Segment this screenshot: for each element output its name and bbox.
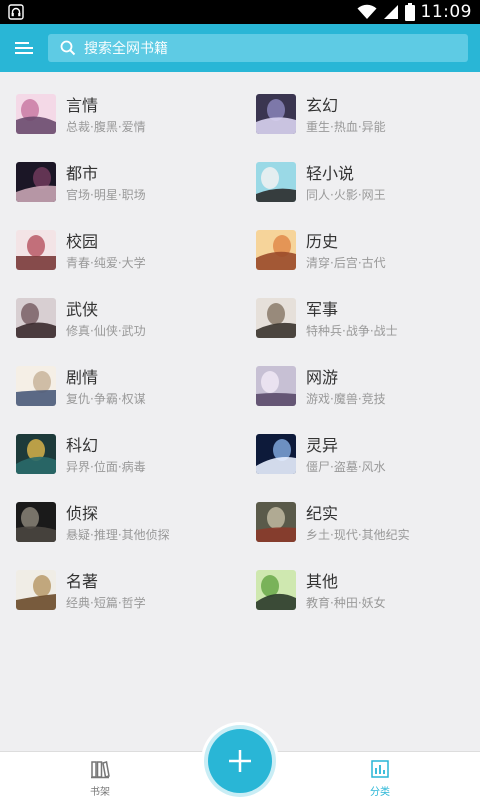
category-item[interactable]: 名著经典·短篇·哲学: [16, 564, 236, 624]
category-title: 军事: [306, 300, 339, 319]
battery-icon: [404, 3, 415, 21]
category-tags: 青春·纯爱·大学: [66, 256, 146, 270]
category-title: 历史: [306, 232, 339, 251]
bookshelf-icon: [91, 761, 110, 779]
category-item[interactable]: 都市官场·明星·职场: [16, 156, 236, 216]
category-cover-image: [256, 502, 296, 542]
nav-label-bookshelf: 书架: [90, 787, 110, 798]
category-title: 武侠: [66, 300, 99, 319]
category-item[interactable]: 言情总裁·腹黑·爱情: [16, 88, 236, 148]
headset-notification-icon: [8, 4, 24, 20]
search-icon: [60, 40, 76, 56]
status-bar: 11:09: [0, 0, 480, 24]
category-tags: 乡土·现代·其他纪实: [306, 528, 410, 542]
category-item[interactable]: 玄幻重生·热血·异能: [256, 88, 476, 148]
category-title: 剧情: [66, 368, 99, 387]
category-item[interactable]: 侦探悬疑·推理·其他侦探: [16, 496, 236, 556]
category-cover-image: [256, 94, 296, 134]
category-title: 都市: [66, 164, 99, 183]
category-cover-image: [16, 570, 56, 610]
category-title: 名著: [66, 572, 99, 591]
category-tags: 特种兵·战争·战士: [306, 324, 398, 338]
category-title: 侦探: [66, 504, 99, 523]
category-item[interactable]: 轻小说同人·火影·网王: [256, 156, 476, 216]
category-title: 言情: [66, 96, 99, 115]
category-cover-image: [16, 162, 56, 202]
category-title: 科幻: [66, 436, 99, 455]
category-item[interactable]: 军事特种兵·战争·战士: [256, 292, 476, 352]
category-item[interactable]: 武侠修真·仙侠·武功: [16, 292, 236, 352]
system-icons: 11:09: [357, 0, 473, 24]
category-title: 校园: [66, 232, 99, 251]
category-item[interactable]: 校园青春·纯爱·大学: [16, 224, 236, 284]
category-tags: 经典·短篇·哲学: [66, 596, 146, 610]
category-tags: 游戏·魔兽·竞技: [306, 392, 386, 406]
category-cover-image: [256, 298, 296, 338]
category-title: 玄幻: [306, 96, 339, 115]
category-tags: 官场·明星·职场: [66, 188, 146, 202]
category-title: 轻小说: [306, 164, 355, 183]
search-bar[interactable]: 搜索全网书籍: [48, 34, 468, 62]
category-tags: 僵尸·盗墓·风水: [306, 460, 386, 474]
category-cover-image: [16, 298, 56, 338]
category-title: 纪实: [306, 504, 339, 523]
search-placeholder: 搜索全网书籍: [84, 41, 168, 57]
plus-icon: [229, 750, 251, 772]
category-tags: 悬疑·推理·其他侦探: [66, 528, 170, 542]
nav-label-category: 分类: [370, 787, 390, 798]
category-cover-image: [256, 366, 296, 406]
category-cover-image: [16, 502, 56, 542]
category-cover-image: [16, 94, 56, 134]
clock-time: 11:09: [420, 2, 472, 22]
category-item[interactable]: 历史清穿·后宫·古代: [256, 224, 476, 284]
category-title: 网游: [306, 368, 339, 387]
category-tags: 异界·位面·病毒: [66, 460, 146, 474]
category-cover-image: [256, 570, 296, 610]
add-button[interactable]: [208, 729, 272, 793]
category-item[interactable]: 剧情复仇·争霸·权谋: [16, 360, 236, 420]
category-tags: 修真·仙侠·武功: [66, 324, 146, 338]
app-header: 搜索全网书籍: [0, 24, 480, 72]
category-cover-image: [256, 162, 296, 202]
category-cover-image: [16, 434, 56, 474]
category-tags: 清穿·后宫·古代: [306, 256, 386, 270]
signal-icon: [383, 5, 398, 19]
category-tags: 复仇·争霸·权谋: [66, 392, 146, 406]
category-tags: 同人·火影·网王: [306, 188, 386, 202]
bar-chart-icon: [371, 760, 389, 778]
category-tags: 重生·热血·异能: [306, 120, 386, 134]
wifi-icon: [357, 4, 376, 19]
nav-tab-bookshelf[interactable]: 书架: [70, 752, 130, 800]
menu-button[interactable]: [10, 34, 38, 62]
category-cover-image: [16, 366, 56, 406]
category-cover-image: [16, 230, 56, 270]
category-item[interactable]: 科幻异界·位面·病毒: [16, 428, 236, 488]
category-tags: 教育·种田·妖女: [306, 596, 386, 610]
category-cover-image: [256, 230, 296, 270]
category-item[interactable]: 灵异僵尸·盗墓·风水: [256, 428, 476, 488]
nav-tab-category[interactable]: 分类: [350, 752, 410, 800]
category-title: 其他: [306, 572, 339, 591]
category-tags: 总裁·腹黑·爱情: [66, 120, 146, 134]
category-item[interactable]: 网游游戏·魔兽·竞技: [256, 360, 476, 420]
hamburger-icon: [15, 42, 33, 54]
category-item[interactable]: 其他教育·种田·妖女: [256, 564, 476, 624]
category-cover-image: [256, 434, 296, 474]
category-title: 灵异: [306, 436, 339, 455]
category-item[interactable]: 纪实乡土·现代·其他纪实: [256, 496, 476, 556]
